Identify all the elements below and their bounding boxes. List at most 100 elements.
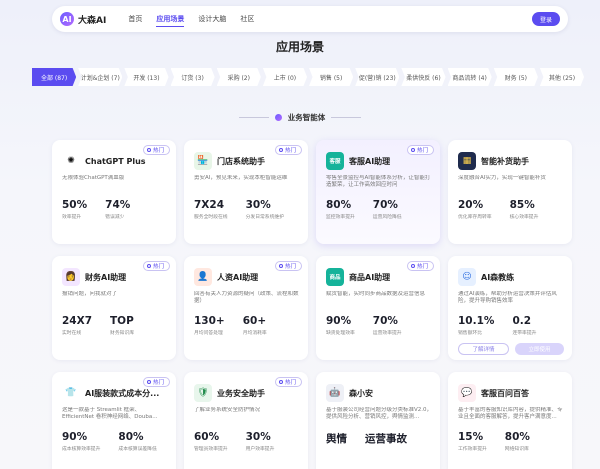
stat: 舆情 bbox=[326, 431, 347, 448]
agent-card[interactable]: 热门 👤 人资AI助理 回答有关人力资源的疑问（政策、流程和数据） 130+ 月均问答处理… bbox=[184, 256, 308, 360]
stat: 60+ 月均消耗率 bbox=[243, 315, 267, 336]
stat-value: 90% bbox=[326, 315, 352, 327]
tab-category-10[interactable]: 财务 (5) bbox=[493, 68, 538, 86]
tab-category-3[interactable]: 订货 (3) bbox=[170, 68, 215, 86]
card-title: 商品AI助理 bbox=[349, 272, 391, 282]
stat-label: 月均消耗率 bbox=[242, 331, 267, 336]
card-stats: 10.1% 销售额环比 0.2 连带率提升 bbox=[458, 315, 564, 336]
card-title: 业务安全助手 bbox=[217, 388, 265, 398]
tab-category-6[interactable]: 销售 (5) bbox=[309, 68, 354, 86]
stat: 80% 成本核算误差降低 bbox=[118, 431, 156, 452]
stat-value: TOP bbox=[110, 315, 134, 327]
card-header: 🤖 森小安 bbox=[326, 384, 432, 402]
stat-value: 60+ bbox=[242, 315, 267, 327]
card-header: ☺ AI森教练 bbox=[458, 268, 564, 286]
card-title: 智能补货助手 bbox=[481, 156, 529, 166]
stat: 90% 成本核算效率提升 bbox=[62, 431, 100, 452]
stat: 90% 缺货处理效率 bbox=[326, 315, 355, 336]
product-icon: 商品 bbox=[326, 268, 344, 286]
stat-value: 130+ bbox=[194, 315, 225, 327]
agent-card[interactable]: 热门 👕 AI服装款式成本分... 这是一款基于 Streamlit 框架、Effic… bbox=[52, 372, 176, 469]
main-nav: 首页 应用场景 设计大脑 社区 bbox=[128, 12, 254, 27]
agent-card[interactable]: 热门 ✺ ChatGPT Plus 无限体验ChatGPT满血版 50% 效率提升 74% 错… bbox=[52, 140, 176, 244]
nav-item-3[interactable]: 社区 bbox=[240, 12, 254, 27]
agent-card[interactable]: 热门 客服 客服AI助理 零售全景监控与AI智能体系分析，让智能打造繁荣，让工作高效回… bbox=[316, 140, 440, 244]
nav-item-0[interactable]: 首页 bbox=[128, 12, 142, 27]
stat-label: 服务全时段在线 bbox=[194, 215, 228, 220]
agent-card[interactable]: 热门商品 商品AI助理赋货智能，实时同步商品数据及运营信息 90% 缺货处理效率 70%… bbox=[316, 256, 440, 360]
tab-category-1[interactable]: 计划&企划 (7) bbox=[78, 68, 123, 86]
hot-badge-label: 热门 bbox=[284, 264, 296, 270]
stat: 30% 分发日常系统维护 bbox=[246, 199, 284, 220]
agent-card[interactable]: 💬 客服百问百答基于丰富的客服知识库内容，提供精准、专业且全面的客服解答，提升客户… bbox=[448, 372, 572, 469]
stat: 60% 管理员效率提升 bbox=[194, 431, 228, 452]
brand-logo-icon[interactable]: AI bbox=[60, 12, 74, 26]
tab-category-11[interactable]: 其他 (25) bbox=[539, 68, 585, 86]
card-header: 💬 客服百问百答 bbox=[458, 384, 564, 402]
tab-category-2[interactable]: 开发 (13) bbox=[124, 68, 169, 86]
robot-icon: 🤖 bbox=[326, 384, 344, 402]
stat-value: 70% bbox=[372, 315, 398, 327]
stat: 80% 监控效率提升 bbox=[326, 199, 355, 220]
stat: TOP 财务知识库 bbox=[110, 315, 134, 336]
agent-card[interactable]: 热门 👩 财务AI助理 报销问题，问我就对了 24X7 实时在线 TOP 财务知识库 bbox=[52, 256, 176, 360]
openai-icon: ✺ bbox=[62, 152, 80, 170]
card-description: 基于丰富的客服知识库内容，提供精准、专业且全面的客服解答，提升客户满意度... bbox=[458, 407, 563, 421]
stat: 70% 运营效率提升 bbox=[373, 315, 402, 336]
stat-value: 15% bbox=[458, 431, 484, 443]
store-icon: 🏪 bbox=[194, 152, 212, 170]
hot-badge: 热门 bbox=[274, 261, 302, 271]
use-now-button[interactable]: 立即使用 bbox=[515, 343, 564, 355]
tab-category-8[interactable]: 柔供快反 (6) bbox=[401, 68, 446, 86]
tab-category-0[interactable]: 全部 (87) bbox=[32, 68, 77, 86]
card-description: 勇安AI，预见未来，实现本柜智能运维 bbox=[194, 175, 288, 181]
card-title: AI服装款式成本分... bbox=[85, 388, 160, 398]
card-stats: 90% 成本核算效率提升 80% 成本核算误差降低 bbox=[62, 431, 168, 452]
hot-badge-label: 热门 bbox=[416, 148, 428, 154]
tab-category-5[interactable]: 上市 (0) bbox=[262, 68, 308, 86]
nav-item-2[interactable]: 设计大脑 bbox=[198, 12, 226, 27]
agent-card[interactable]: ▦ 智能补货助手 深度融合AI实力，实现一键智能补货 20% 优化库存周转率 85% 核心效… bbox=[448, 140, 572, 244]
nav-item-1[interactable]: 应用场景 bbox=[156, 12, 185, 27]
agent-card[interactable]: 热门 🏪 门店系统助手 勇安AI，预见未来，实现本柜智能运维 7X24 服务全时段在线 30… bbox=[184, 140, 308, 244]
hot-badge-label: 热门 bbox=[152, 264, 164, 270]
hot-badge-label: 热门 bbox=[416, 264, 428, 270]
tab-category-4[interactable]: 采购 (2) bbox=[216, 68, 261, 86]
card-stats: 20% 优化库存周转率 85% 核心效率提升 bbox=[458, 199, 564, 220]
card-description: 无限体验ChatGPT满血版 bbox=[62, 175, 125, 181]
details-button[interactable]: 了解详情 bbox=[458, 343, 509, 355]
agent-card[interactable]: 🤖 森小安 基于服装公司经营问题分级分类标准V2.0，提供风险分析、营销风控，舆情监… bbox=[316, 372, 440, 469]
stat: 24X7 实时在线 bbox=[62, 315, 92, 336]
section-dot-icon bbox=[274, 114, 282, 121]
stat: 50% 效率提升 bbox=[62, 199, 87, 220]
stat: 7X24 服务全时段在线 bbox=[194, 199, 228, 220]
stat-label: 运营效率提升 bbox=[372, 331, 402, 336]
card-description: 赋货智能，实时同步商品数据及运营信息 bbox=[326, 291, 426, 297]
stat-label: 实时在线 bbox=[62, 331, 82, 336]
agent-card[interactable]: 热门 🛡 业务安全助手 了解业务系统安全防护情况 60% 管理员效率提升 30% 用户效率提升 bbox=[184, 372, 308, 469]
card-description: 回答有关人力资源的疑问（政策、流程和数据） bbox=[194, 291, 299, 305]
section-title-text: 业务智能体 bbox=[287, 113, 326, 122]
stat-label: 优化库存周转率 bbox=[458, 215, 492, 220]
stat-label: 网络知识库 bbox=[504, 447, 529, 452]
stat-value: 30% bbox=[245, 199, 271, 211]
card-title: AI森教练 bbox=[481, 272, 515, 282]
card-stats: 90% 缺货处理效率 70% 运营效率提升 bbox=[326, 315, 432, 336]
hot-badge: 热门 bbox=[142, 145, 170, 155]
stat-value: 74% bbox=[105, 199, 131, 211]
hot-badge-label: 热门 bbox=[152, 380, 164, 386]
card-description: 通过AI演练，帮助分析运营决策并评估风险，提升导购销售效率 bbox=[458, 291, 557, 305]
hr-avatar-icon: 👤 bbox=[194, 268, 212, 286]
hot-dot-icon bbox=[146, 148, 151, 152]
tab-category-7[interactable]: 促(营)销 (23) bbox=[355, 68, 400, 86]
stat: 130+ 月均问答处理 bbox=[194, 315, 225, 336]
stat: 74% 错误减少 bbox=[105, 199, 130, 220]
brand-name[interactable]: 大森AI bbox=[78, 13, 106, 26]
login-button[interactable]: 登录 bbox=[531, 12, 560, 26]
stat: 0.2 连带率提升 bbox=[512, 315, 536, 336]
agent-card[interactable]: ☺ AI森教练通过AI演练，帮助分析运营决策并评估风险，提升导购销售效率 10.1%… bbox=[448, 256, 572, 360]
stat-value: 80% bbox=[118, 431, 144, 443]
tab-category-9[interactable]: 商品流转 (4) bbox=[447, 68, 492, 86]
card-description: 了解业务系统安全防护情况 bbox=[194, 407, 261, 413]
stat-value: 运营事故 bbox=[365, 433, 407, 445]
